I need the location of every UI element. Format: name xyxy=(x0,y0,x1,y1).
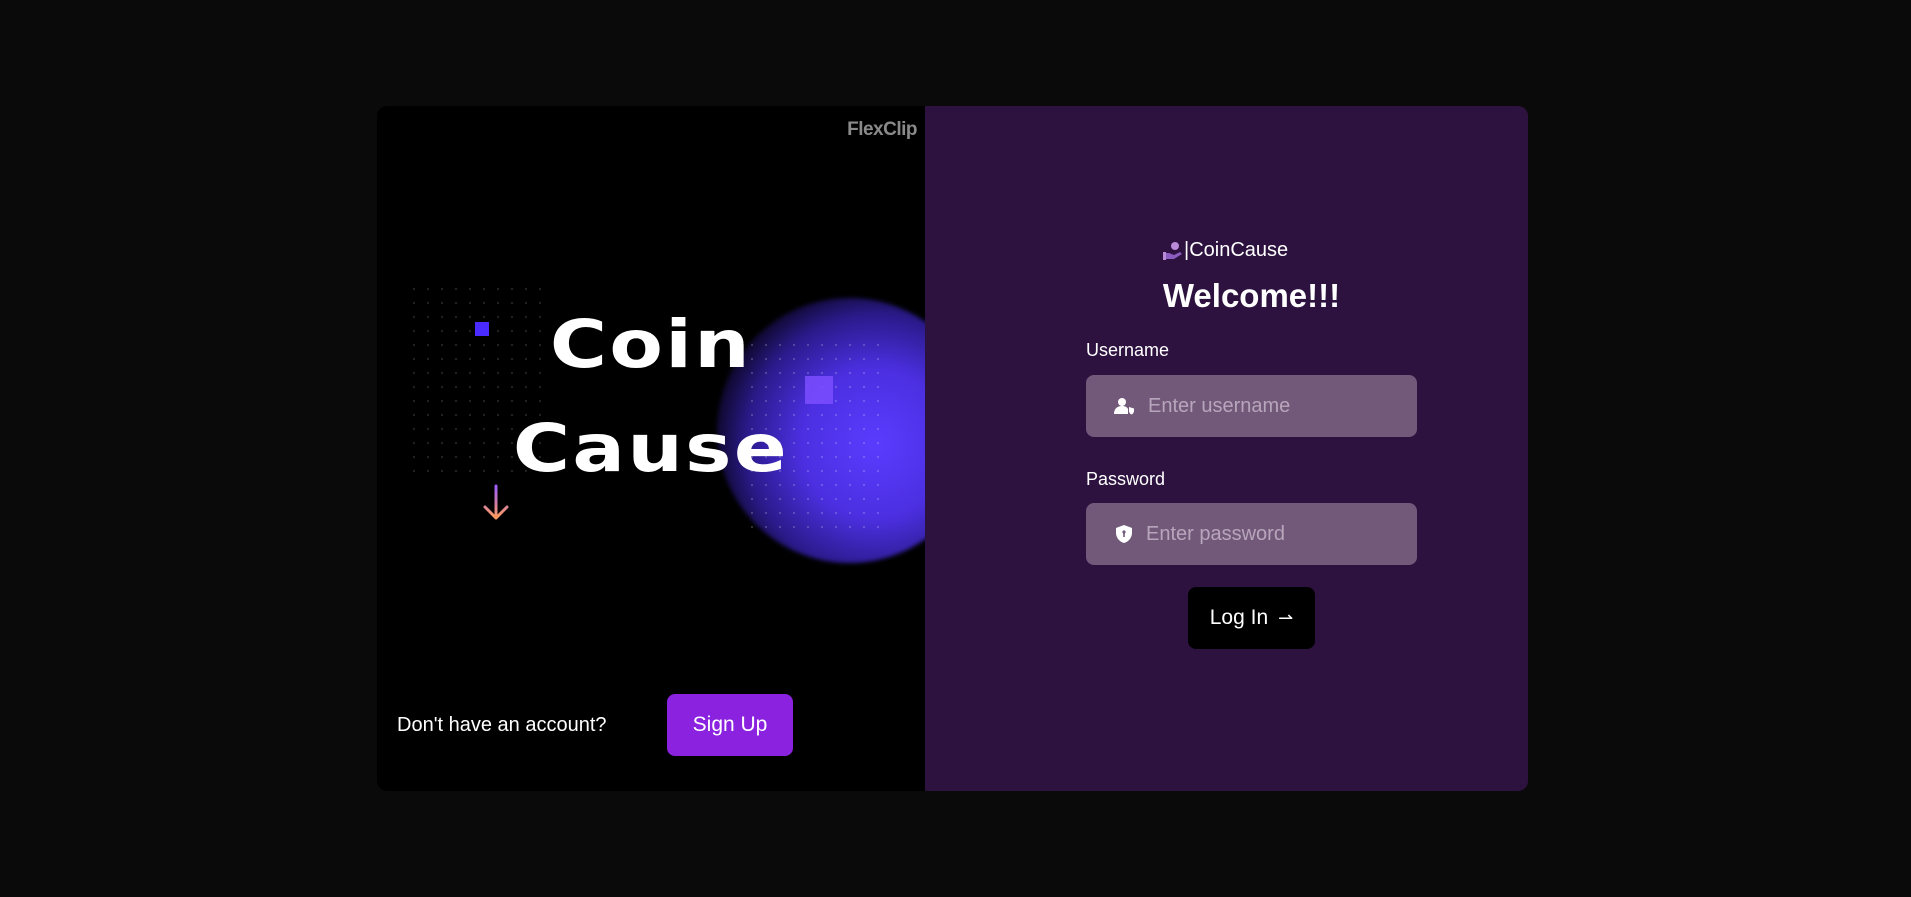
signup-prompt: Don't have an account? xyxy=(397,713,607,736)
log-in-label: Log In xyxy=(1209,606,1269,629)
coincause-logo: |CoinCause xyxy=(1162,239,1288,262)
logo-text: |CoinCause xyxy=(1184,239,1289,261)
login-panel: |CoinCause Welcome!!! Username Password … xyxy=(925,106,1528,791)
password-label: Password xyxy=(1086,469,1166,489)
username-field xyxy=(1086,375,1417,437)
username-label: Username xyxy=(1086,340,1170,360)
log-in-button[interactable]: Log In ⇀ xyxy=(1188,587,1315,649)
signup-row: Don't have an account? Sign Up xyxy=(397,694,793,756)
flexclip-watermark: FlexClip xyxy=(847,119,917,140)
password-input[interactable] xyxy=(1144,521,1408,547)
login-card: FlexClip Coin Cause Don't have an accoun… xyxy=(377,106,1528,791)
arrow-right-icon: ⇀ xyxy=(1278,607,1294,628)
welcome-heading: Welcome!!! xyxy=(1162,277,1341,314)
hero-panel: FlexClip Coin Cause Don't have an accoun… xyxy=(377,106,925,791)
shield-icon xyxy=(1116,525,1132,543)
sign-up-button[interactable]: Sign Up xyxy=(667,694,793,756)
coin-hand-icon xyxy=(1163,241,1182,260)
password-field xyxy=(1086,503,1417,565)
username-input[interactable] xyxy=(1146,393,1410,419)
brand-title-line2: Cause xyxy=(512,410,790,487)
arrow-down-icon xyxy=(483,484,509,520)
brand-title-line1: Coin xyxy=(549,306,753,383)
user-lock-icon xyxy=(1114,398,1134,415)
